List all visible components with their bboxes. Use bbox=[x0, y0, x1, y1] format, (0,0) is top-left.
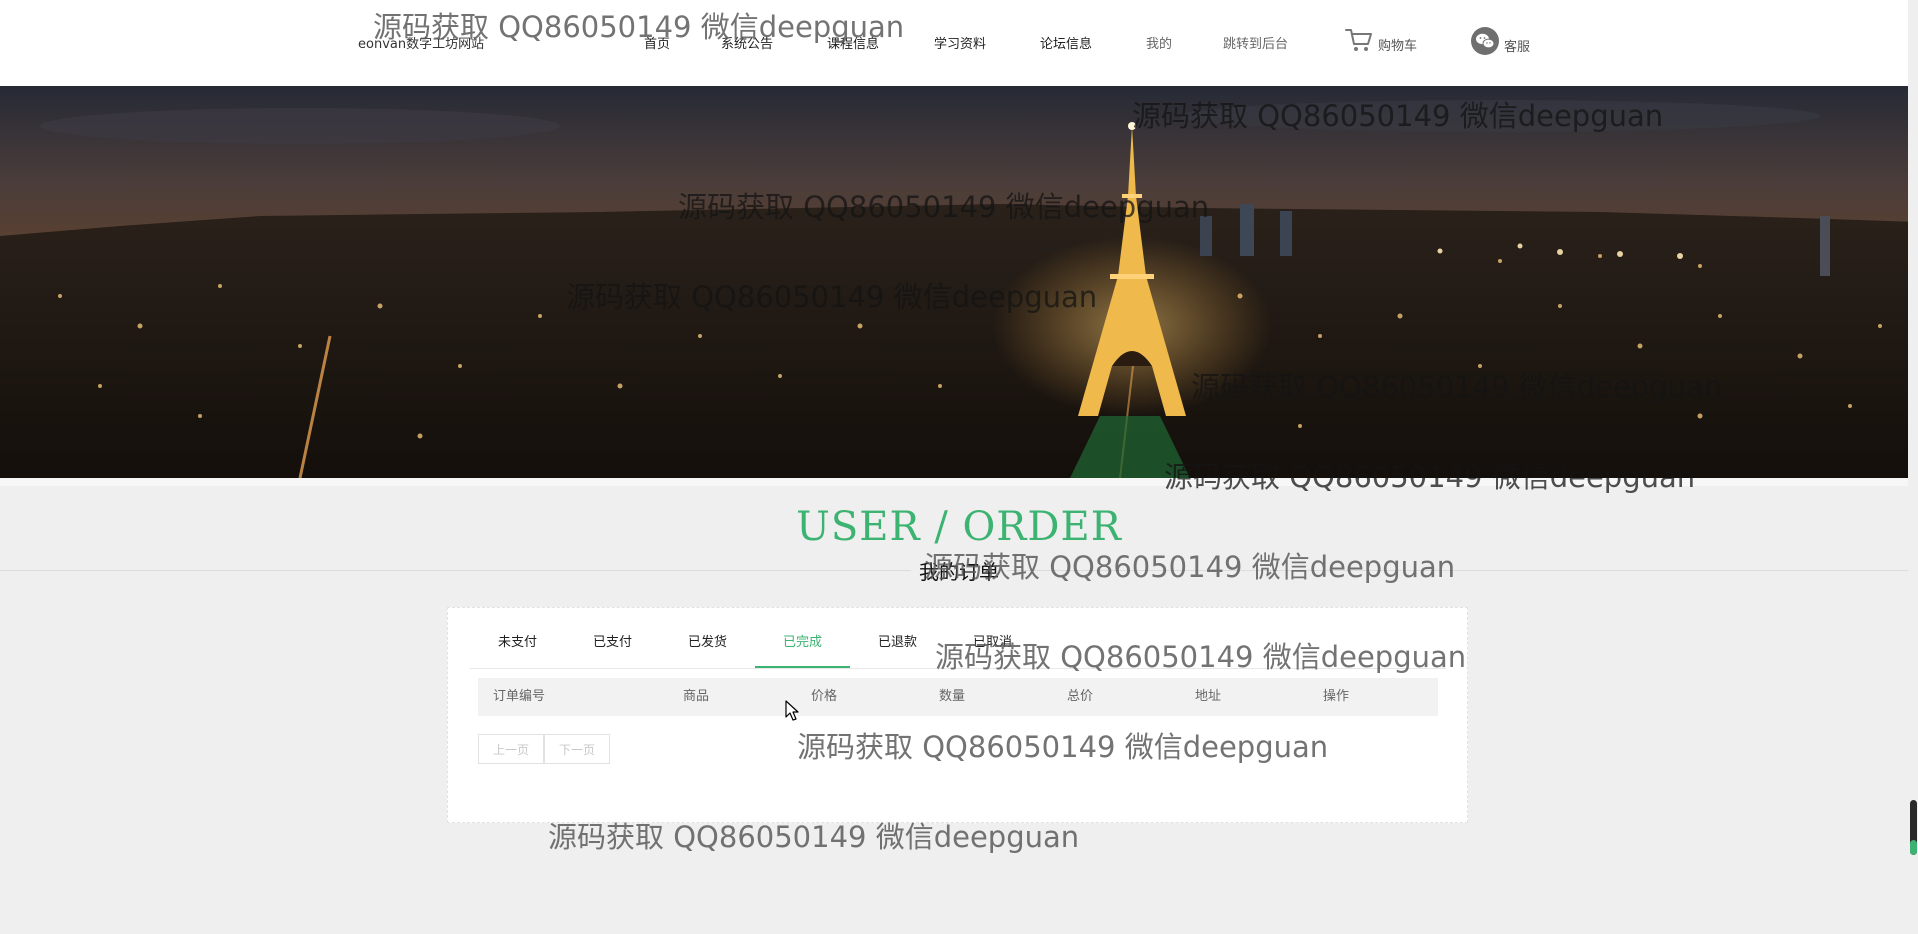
cart-label: 购物车 bbox=[1378, 38, 1418, 54]
nav-study-materials[interactable]: 学习资料 bbox=[934, 33, 986, 52]
section-title-english: USER / ORDER bbox=[796, 504, 1122, 550]
nav-customer-service[interactable]: 客服 bbox=[1470, 26, 1530, 56]
column-quantity: 数量 bbox=[939, 689, 966, 704]
column-price: 价格 bbox=[811, 689, 838, 704]
wechat-icon bbox=[1471, 27, 1499, 55]
order-table-header: 订单编号 商品 价格 数量 总价 地址 操作 bbox=[478, 678, 1438, 716]
nav-my[interactable]: 我的 bbox=[1146, 33, 1172, 52]
column-total: 总价 bbox=[1067, 689, 1094, 704]
cart-icon bbox=[1345, 29, 1372, 51]
nav-cart[interactable]: 购物车 bbox=[1344, 26, 1417, 54]
nav-announcements[interactable]: 系统公告 bbox=[721, 33, 773, 52]
nav-courses[interactable]: 课程信息 bbox=[827, 33, 879, 52]
scrollbar-thumb-accent bbox=[1910, 840, 1917, 855]
nav-admin-link[interactable]: 跳转到后台 bbox=[1223, 33, 1288, 52]
tab-refunded[interactable]: 已退款 bbox=[850, 618, 945, 668]
next-page-button[interactable]: 下一页 bbox=[544, 734, 610, 764]
column-address: 地址 bbox=[1195, 689, 1222, 704]
tab-completed[interactable]: 已完成 bbox=[755, 618, 850, 668]
nav-forum[interactable]: 论坛信息 bbox=[1040, 33, 1092, 52]
order-status-tabs: 未支付 已支付 已发货 已完成 已退款 已取消 bbox=[470, 618, 1446, 669]
section-title-chinese: 我的订单 bbox=[0, 556, 1918, 585]
prev-page-button[interactable]: 上一页 bbox=[478, 734, 544, 764]
mouse-cursor-icon bbox=[785, 700, 799, 721]
site-name[interactable]: eonvan数字工坊网站 bbox=[358, 33, 484, 52]
tab-cancelled[interactable]: 已取消 bbox=[945, 618, 1040, 668]
column-product: 商品 bbox=[683, 689, 710, 704]
tab-paid[interactable]: 已支付 bbox=[565, 618, 660, 668]
city-night-image bbox=[0, 86, 1918, 478]
column-order-number: 订单编号 bbox=[493, 689, 546, 704]
tab-unpaid[interactable]: 未支付 bbox=[470, 618, 565, 668]
order-panel: 未支付 已支付 已发货 已完成 已退款 已取消 订单编号 商品 价格 数量 总价… bbox=[447, 607, 1468, 823]
section-title-chinese-text: 我的订单 bbox=[911, 560, 1007, 584]
top-navbar: eonvan数字工坊网站 首页 系统公告 课程信息 学习资料 论坛信息 我的 跳… bbox=[0, 0, 1918, 87]
page-scrollbar[interactable] bbox=[1908, 0, 1918, 934]
hero-banner bbox=[0, 86, 1918, 478]
column-actions: 操作 bbox=[1323, 689, 1350, 704]
nav-home[interactable]: 首页 bbox=[644, 33, 670, 52]
tab-shipped[interactable]: 已发货 bbox=[660, 618, 755, 668]
customer-service-label: 客服 bbox=[1504, 39, 1531, 55]
banner-divider bbox=[0, 478, 1918, 486]
